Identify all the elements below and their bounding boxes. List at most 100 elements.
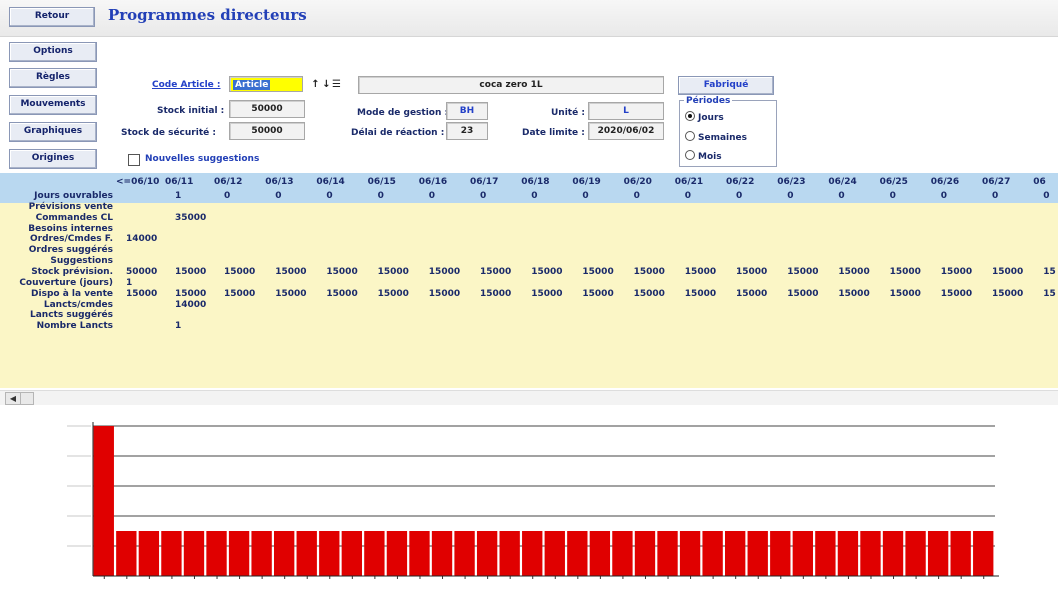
movements-button[interactable]: Mouvements [9, 95, 97, 115]
grid-cell[interactable]: 15000 [175, 267, 206, 277]
grid-cell[interactable]: 15000 [787, 289, 818, 299]
column-header[interactable]: <=06/10 [116, 177, 159, 187]
grid-cell[interactable]: 15000 [275, 267, 306, 277]
column-header[interactable]: 06/24 [828, 177, 856, 187]
grid-cell[interactable]: 15000 [685, 289, 716, 299]
scroll-left-icon[interactable]: ◀ [5, 392, 21, 405]
grid-cell[interactable]: 15000 [736, 267, 767, 277]
grid-cell[interactable]: 15000 [429, 289, 460, 299]
grid-cell[interactable]: 15000 [224, 267, 255, 277]
grid-cell[interactable]: 15000 [838, 267, 869, 277]
mode-gestion-field[interactable]: BH [446, 102, 488, 120]
column-header[interactable]: 06/20 [624, 177, 652, 187]
column-header[interactable]: 06/27 [982, 177, 1010, 187]
fabrique-button[interactable]: Fabriqué [678, 76, 774, 95]
grid-cell[interactable]: 0 [1043, 191, 1049, 201]
code-article-input[interactable]: Article [229, 76, 303, 92]
grid-cell[interactable]: 15000 [787, 267, 818, 277]
column-header[interactable]: 06/23 [777, 177, 805, 187]
grid-cell[interactable]: 50000 [126, 267, 157, 277]
grid-cell[interactable]: 15000 [378, 289, 409, 299]
grid-cell[interactable]: 0 [992, 191, 998, 201]
list-icon[interactable]: ☰ [332, 78, 341, 92]
grid-cell[interactable]: 0 [941, 191, 947, 201]
column-header[interactable]: 06/15 [368, 177, 396, 187]
grid-cell[interactable]: 15000 [429, 267, 460, 277]
column-header[interactable]: 06/17 [470, 177, 498, 187]
grid-cell[interactable]: 0 [326, 191, 332, 201]
grid-cell[interactable]: 14000 [126, 234, 157, 244]
grid-cell[interactable]: 15000 [992, 267, 1023, 277]
nouvelles-checkbox[interactable] [128, 154, 140, 166]
grid-cell[interactable]: 15000 [378, 267, 409, 277]
grid-cell[interactable]: 15000 [126, 289, 157, 299]
grid-cell[interactable]: 15000 [634, 267, 665, 277]
grid-cell[interactable]: 15 [1043, 289, 1056, 299]
grid-cell[interactable]: 15000 [890, 289, 921, 299]
grid-cell[interactable]: 15000 [326, 289, 357, 299]
grid-cell[interactable]: 0 [429, 191, 435, 201]
grid-cell[interactable]: 15000 [480, 267, 511, 277]
unite-field[interactable]: L [588, 102, 664, 120]
column-header[interactable]: 06/22 [726, 177, 754, 187]
date-limite-field[interactable]: 2020/06/02 [588, 122, 664, 140]
grid-cell[interactable]: 35000 [175, 213, 206, 223]
grid-cell[interactable]: 15000 [275, 289, 306, 299]
graphs-button[interactable]: Graphiques [9, 122, 97, 142]
grid-cell[interactable]: 0 [787, 191, 793, 201]
grid-cell[interactable]: 15000 [224, 289, 255, 299]
delai-field[interactable]: 23 [446, 122, 488, 140]
grid-cell[interactable]: 0 [634, 191, 640, 201]
grid-cell[interactable]: 0 [736, 191, 742, 201]
grid-cell[interactable]: 15000 [838, 289, 869, 299]
horizontal-scrollbar[interactable]: ◀ [0, 390, 1058, 405]
grid-cell[interactable]: 15000 [685, 267, 716, 277]
grid-cell[interactable]: 0 [531, 191, 537, 201]
column-header[interactable]: 06/12 [214, 177, 242, 187]
grid-cell[interactable]: 15000 [582, 267, 613, 277]
grid-cell[interactable]: 15000 [480, 289, 511, 299]
grid-cell[interactable]: 15000 [736, 289, 767, 299]
radio-jours[interactable]: Jours [685, 111, 724, 123]
radio-semaines[interactable]: Semaines [685, 131, 747, 143]
scroll-thumb[interactable] [20, 392, 34, 405]
grid-cell[interactable]: 15000 [941, 267, 972, 277]
column-header[interactable]: 06/25 [880, 177, 908, 187]
back-button[interactable]: Retour [9, 7, 95, 27]
stock-securite-field[interactable]: 50000 [229, 122, 305, 140]
grid-cell[interactable]: 15000 [531, 289, 562, 299]
grid-cell[interactable]: 15000 [326, 267, 357, 277]
grid-cell[interactable]: 15000 [531, 267, 562, 277]
grid-cell[interactable]: 15000 [992, 289, 1023, 299]
grid-cell[interactable]: 0 [378, 191, 384, 201]
column-header[interactable]: 06/21 [675, 177, 703, 187]
grid-cell[interactable]: 15000 [941, 289, 972, 299]
arrow-up-icon[interactable]: ↑ [311, 78, 320, 92]
grid-cell[interactable]: 0 [275, 191, 281, 201]
grid-cell[interactable]: 0 [838, 191, 844, 201]
grid-cell[interactable]: 15 [1043, 267, 1056, 277]
radio-mois[interactable]: Mois [685, 150, 722, 162]
grid-cell[interactable]: 0 [224, 191, 230, 201]
grid-cell[interactable]: 15000 [175, 289, 206, 299]
grid-cell[interactable]: 1 [175, 321, 181, 331]
options-button[interactable]: Options [9, 42, 97, 62]
column-header[interactable]: 06/18 [521, 177, 549, 187]
stock-initial-field[interactable]: 50000 [229, 100, 305, 118]
grid-cell[interactable]: 15000 [890, 267, 921, 277]
origins-button[interactable]: Origines [9, 149, 97, 169]
grid-cell[interactable]: 15000 [634, 289, 665, 299]
column-header[interactable]: 06/13 [265, 177, 293, 187]
arrow-down-icon[interactable]: ↓ [322, 78, 331, 92]
grid-cell[interactable]: 1 [175, 191, 181, 201]
rules-button[interactable]: Règles [9, 68, 97, 88]
column-header[interactable]: 06/14 [316, 177, 344, 187]
column-header[interactable]: 06 [1033, 177, 1046, 187]
code-article-label[interactable]: Code Article : [152, 80, 221, 90]
grid-cell[interactable]: 0 [890, 191, 896, 201]
column-header[interactable]: 06/19 [572, 177, 600, 187]
grid-cell[interactable]: 0 [685, 191, 691, 201]
column-header[interactable]: 06/16 [419, 177, 447, 187]
grid-cell[interactable]: 1 [126, 278, 132, 288]
grid-cell[interactable]: 14000 [175, 300, 206, 310]
